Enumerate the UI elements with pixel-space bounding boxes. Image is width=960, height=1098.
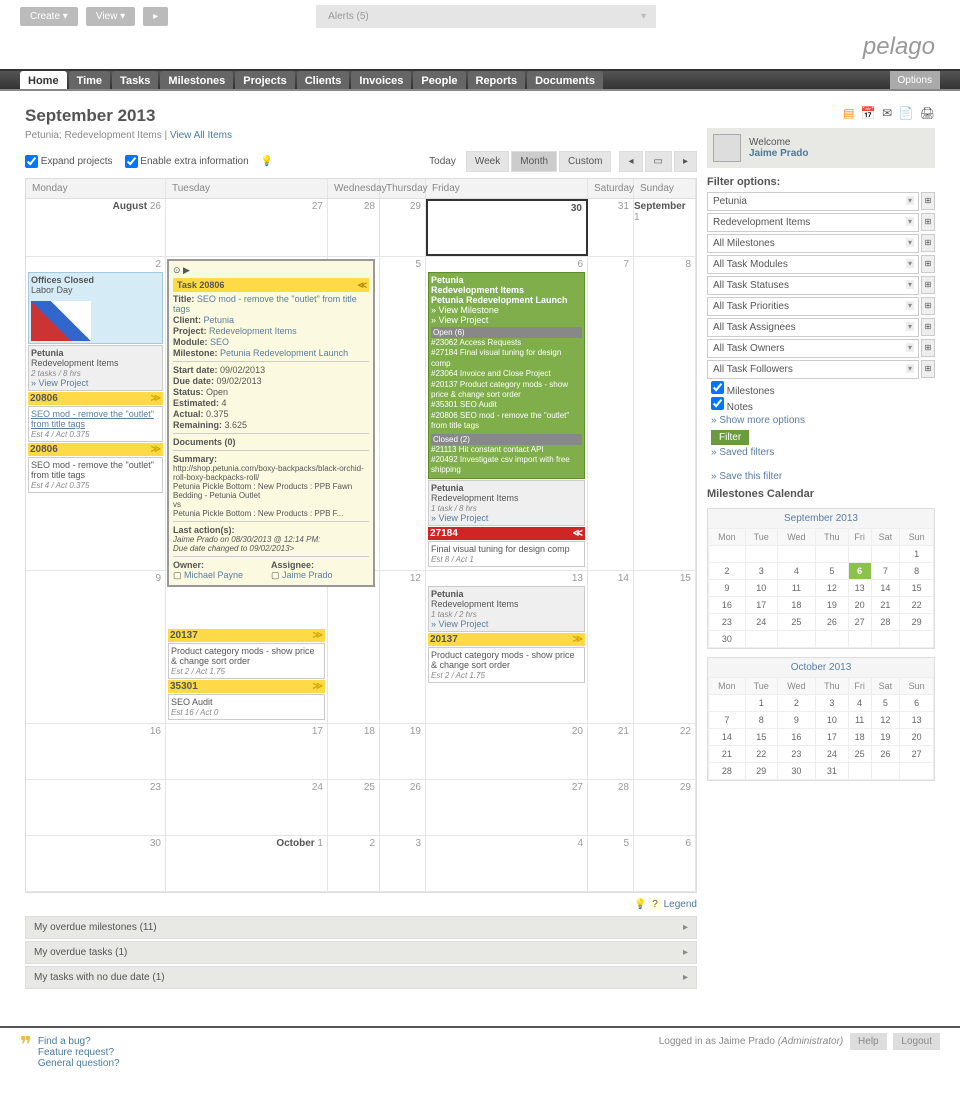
milestone-card-fri6[interactable]: Petunia Redevelopment Items Petunia Rede… bbox=[428, 272, 585, 479]
notes-checkbox[interactable]: Notes bbox=[711, 402, 753, 413]
bug-link[interactable]: Find a bug? bbox=[38, 1036, 91, 1047]
filter-ext-0[interactable]: ⊞ bbox=[921, 192, 935, 210]
view-all-link[interactable]: View All Items bbox=[170, 130, 232, 141]
task-detail-popover: ⊙ ▶ Task 20806 Title: SEO mod - remove t… bbox=[167, 259, 375, 587]
filter-select-2[interactable]: All Milestones bbox=[707, 234, 919, 253]
prev-button[interactable]: ◂ bbox=[619, 151, 642, 172]
nav-invoices[interactable]: Invoices bbox=[351, 71, 411, 89]
month-button[interactable]: Month bbox=[511, 151, 557, 172]
task-20137-header-fri[interactable]: 20137 bbox=[428, 633, 585, 646]
user-box: WelcomeJaime Prado bbox=[707, 128, 935, 168]
filter-ext-5[interactable]: ⊞ bbox=[921, 297, 935, 315]
nav-people[interactable]: People bbox=[413, 71, 465, 89]
filter-ext-1[interactable]: ⊞ bbox=[921, 213, 935, 231]
lightbulb-icon[interactable]: 💡 bbox=[261, 156, 273, 167]
task-35301-header[interactable]: 35301 bbox=[168, 680, 325, 693]
alerts-dropdown[interactable]: Alerts (5) bbox=[316, 5, 656, 28]
filter-select-1[interactable]: Redevelopment Items bbox=[707, 213, 919, 232]
filter-select-6[interactable]: All Task Assignees bbox=[707, 318, 919, 337]
page-title: September 2013 bbox=[25, 106, 697, 126]
nav-time[interactable]: Time bbox=[69, 71, 110, 89]
milestones-checkbox[interactable]: Milestones bbox=[711, 386, 775, 397]
mail-icon[interactable]: ✉ bbox=[882, 106, 892, 120]
filter-select-8[interactable]: All Task Followers bbox=[707, 360, 919, 379]
task-20806-card[interactable]: SEO mod - remove the "outlet" from title… bbox=[28, 406, 163, 442]
filter-ext-6[interactable]: ⊞ bbox=[921, 318, 935, 336]
calendar-icon[interactable]: 📅 bbox=[861, 106, 876, 120]
filter-select-7[interactable]: All Task Owners bbox=[707, 339, 919, 358]
accordion-no-due-date[interactable]: My tasks with no due date (1) bbox=[25, 966, 697, 989]
calendar: MondayTuesdayWednesdayThursdayFridaySatu… bbox=[25, 178, 697, 893]
legend-link[interactable]: Legend bbox=[664, 899, 697, 910]
logo: pelago bbox=[863, 33, 935, 60]
offices-closed-card[interactable]: Offices ClosedLabor Day bbox=[28, 272, 163, 344]
show-more-link[interactable]: » Show more options bbox=[711, 415, 935, 426]
general-link[interactable]: General question? bbox=[38, 1058, 120, 1069]
rss-icon[interactable]: ▤ bbox=[843, 106, 854, 120]
accordion-overdue-tasks[interactable]: My overdue tasks (1) bbox=[25, 941, 697, 964]
nav-reports[interactable]: Reports bbox=[468, 71, 526, 89]
logout-button[interactable]: Logout bbox=[893, 1033, 940, 1050]
save-filter-link[interactable]: » Save this filter bbox=[711, 471, 935, 482]
extra-info-checkbox[interactable]: Enable extra information bbox=[125, 155, 249, 168]
task-20806-card-2[interactable]: SEO mod - remove the "outlet" from title… bbox=[28, 457, 163, 493]
help-button[interactable]: Help bbox=[850, 1033, 887, 1050]
filter-ext-7[interactable]: ⊞ bbox=[921, 339, 935, 357]
print-icon[interactable]: 🖨 bbox=[920, 106, 935, 120]
nav-tasks[interactable]: Tasks bbox=[112, 71, 158, 89]
breadcrumb: Petunia; Redevelopment Items | View All … bbox=[25, 130, 697, 141]
filter-button[interactable]: Filter bbox=[711, 430, 749, 445]
filter-select-3[interactable]: All Task Modules bbox=[707, 255, 919, 274]
filter-select-5[interactable]: All Task Priorities bbox=[707, 297, 919, 316]
custom-button[interactable]: Custom bbox=[559, 151, 611, 172]
petunia-card-fri6[interactable]: Petunia Redevelopment Items 1 task / 8 h… bbox=[428, 480, 585, 526]
nav-milestones[interactable]: Milestones bbox=[160, 71, 233, 89]
options-button[interactable]: Options bbox=[890, 71, 940, 89]
mini-cal-oct[interactable]: October 2013 MonTueWedThuFriSatSun 12345… bbox=[707, 657, 935, 781]
view-button[interactable]: View ▾ bbox=[86, 7, 135, 26]
accordion-overdue-milestones[interactable]: My overdue milestones (11) bbox=[25, 916, 697, 939]
today-icon-button[interactable]: ▭ bbox=[645, 151, 672, 172]
task-20806-header[interactable]: 20806 bbox=[28, 392, 163, 405]
create-button[interactable]: Create ▾ bbox=[20, 7, 78, 26]
quote-icon: ❞ bbox=[20, 1036, 32, 1069]
nav-home[interactable]: Home bbox=[20, 71, 67, 89]
user-link[interactable]: Jaime Prado bbox=[749, 148, 808, 159]
filter-ext-4[interactable]: ⊞ bbox=[921, 276, 935, 294]
nav-clients[interactable]: Clients bbox=[297, 71, 350, 89]
main-nav: Home Time Tasks Milestones Projects Clie… bbox=[0, 69, 960, 91]
task-20137-header[interactable]: 20137 bbox=[168, 629, 325, 642]
pdf-icon[interactable]: 📄 bbox=[898, 106, 913, 120]
avatar bbox=[713, 134, 741, 162]
filter-select-4[interactable]: All Task Statuses bbox=[707, 276, 919, 295]
nav-documents[interactable]: Documents bbox=[527, 71, 603, 89]
filter-ext-3[interactable]: ⊞ bbox=[921, 255, 935, 273]
mini-cal-sept[interactable]: September 2013 MonTueWedThuFriSatSun 1 2… bbox=[707, 508, 935, 649]
task-27184-header[interactable]: 27184 bbox=[428, 527, 585, 540]
task-20806-header-2[interactable]: 20806 bbox=[28, 443, 163, 456]
toggle-button[interactable]: ▸ bbox=[143, 7, 168, 26]
petunia-card-fri13[interactable]: Petunia Redevelopment Items 1 task / 2 h… bbox=[428, 586, 585, 632]
filter-select-0[interactable]: Petunia bbox=[707, 192, 919, 211]
filter-ext-8[interactable]: ⊞ bbox=[921, 360, 935, 378]
saved-filters-link[interactable]: » Saved filters bbox=[711, 447, 935, 458]
task-27184-card[interactable]: Final visual tuning for design comp Est … bbox=[428, 541, 585, 567]
today-button[interactable]: Today bbox=[421, 152, 464, 171]
next-button[interactable]: ▸ bbox=[674, 151, 697, 172]
petunia-card-mon[interactable]: Petunia Redevelopment Items 2 tasks / 8 … bbox=[28, 345, 163, 391]
week-button[interactable]: Week bbox=[466, 151, 509, 172]
expand-projects-checkbox[interactable]: Expand projects bbox=[25, 155, 113, 168]
filter-ext-2[interactable]: ⊞ bbox=[921, 234, 935, 252]
feature-link[interactable]: Feature request? bbox=[38, 1047, 114, 1058]
nav-projects[interactable]: Projects bbox=[235, 71, 294, 89]
